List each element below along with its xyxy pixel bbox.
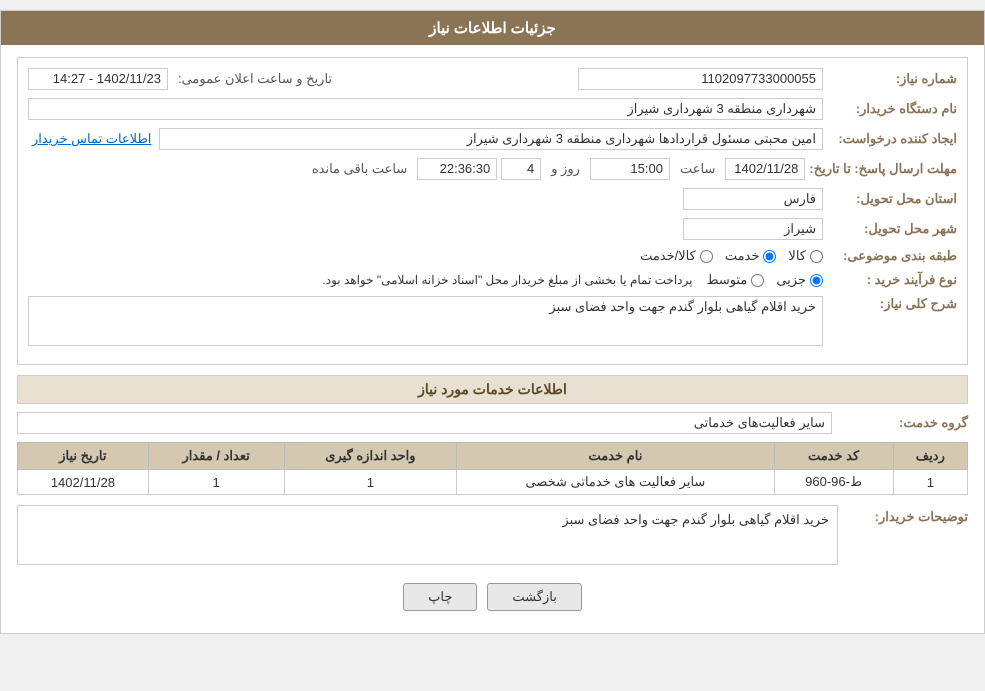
print-button[interactable]: چاپ [403, 583, 477, 611]
col-service-code: کد خدمت [774, 443, 893, 470]
category-option-kala-khedmat[interactable]: کالا/خدمت [640, 248, 713, 264]
service-group-value: سایر فعالیت‌های خدماتی [17, 412, 832, 434]
response-time-label: ساعت [680, 161, 715, 177]
cell-service-code: ط-96-960 [774, 470, 893, 495]
response-time: 15:00 [590, 158, 670, 180]
service-group-row: گروه خدمت: سایر فعالیت‌های خدماتی [17, 412, 968, 434]
buyer-comments-value: خرید اقلام گیاهی بلوار گندم جهت واحد فضا… [17, 505, 838, 565]
cell-service-name: سایر فعالیت های خدماتی شخصی [457, 470, 774, 495]
purchase-notice: پرداخت تمام یا بخشی از مبلغ خریدار محل "… [28, 273, 692, 287]
announcement-date-label: تاریخ و ساعت اعلان عمومی: [178, 71, 332, 87]
response-remaining-label: ساعت باقی مانده [312, 161, 407, 177]
need-number-value: 1102097733000055 [578, 68, 823, 90]
col-date: تاریخ نیاز [18, 443, 149, 470]
buyer-comments-row: توضیحات خریدار: خرید اقلام گیاهی بلوار گ… [17, 505, 968, 565]
services-sub-section: گروه خدمت: سایر فعالیت‌های خدماتی ردیف ک… [17, 412, 968, 495]
main-info-section: شماره نیاز: 1102097733000055 تاریخ و ساع… [17, 57, 968, 365]
creator-label: ایجاد کننده درخواست: [827, 131, 957, 147]
buyer-org-value: شهرداری منطقه 3 شهرداری شیراز [28, 98, 823, 120]
need-description-row: شرح کلی نیاز: خرید اقلام گیاهی بلوار گند… [28, 296, 957, 346]
purchase-type-radio-group: متوسط جزیی [706, 272, 823, 288]
response-days-label: روز و [551, 161, 580, 177]
contact-link[interactable]: اطلاعات تماس خریدار [32, 131, 151, 147]
purchase-type-motavasset[interactable]: متوسط [706, 272, 764, 288]
buyer-comments-label: توضیحات خریدار: [838, 505, 968, 525]
page-header: جزئیات اطلاعات نیاز [1, 11, 984, 45]
response-deadline-row: مهلت ارسال پاسخ: تا تاریخ: 1402/11/28 سا… [28, 158, 957, 180]
button-row: بازگشت چاپ [17, 573, 968, 621]
purchase-type-row: نوع فرآیند خرید : متوسط جزیی پرداخت تمام… [28, 272, 957, 288]
page-wrapper: جزئیات اطلاعات نیاز شماره نیاز: 11020977… [0, 10, 985, 634]
category-option-kala[interactable]: کالا [788, 248, 823, 264]
purchase-type-jozi[interactable]: جزیی [776, 272, 823, 288]
cell-unit: 1 [284, 470, 457, 495]
services-table: ردیف کد خدمت نام خدمت واحد اندازه گیری ت… [17, 442, 968, 495]
cell-quantity: 1 [148, 470, 284, 495]
category-row: طبقه بندی موضوعی: کالا/خدمت خدمت کالا [28, 248, 957, 264]
city-row: شهر محل تحویل: شیراز [28, 218, 957, 240]
category-option-khedmat[interactable]: خدمت [725, 248, 777, 264]
need-description-label: شرح کلی نیاز: [827, 296, 957, 312]
need-number-row: شماره نیاز: 1102097733000055 تاریخ و ساع… [28, 68, 957, 90]
col-unit: واحد اندازه گیری [284, 443, 457, 470]
response-remaining: 22:36:30 [417, 158, 497, 180]
city-label: شهر محل تحویل: [827, 221, 957, 237]
back-button[interactable]: بازگشت [487, 583, 581, 611]
services-table-head: ردیف کد خدمت نام خدمت واحد اندازه گیری ت… [18, 443, 968, 470]
services-section-title: اطلاعات خدمات مورد نیاز [17, 375, 968, 404]
services-table-header-row: ردیف کد خدمت نام خدمت واحد اندازه گیری ت… [18, 443, 968, 470]
province-label: استان محل تحویل: [827, 191, 957, 207]
city-value: شیراز [683, 218, 823, 240]
page-title: جزئیات اطلاعات نیاز [429, 20, 556, 37]
services-table-body: 1 ط-96-960 سایر فعالیت های خدماتی شخصی 1… [18, 470, 968, 495]
need-description-value: خرید اقلام گیاهی بلوار گندم جهت واحد فضا… [28, 296, 823, 346]
response-deadline-label: مهلت ارسال پاسخ: تا تاریخ: [809, 161, 957, 177]
category-radio-group: کالا/خدمت خدمت کالا [640, 248, 823, 264]
service-group-label: گروه خدمت: [838, 415, 968, 431]
response-date: 1402/11/28 [725, 158, 805, 180]
creator-row: ایجاد کننده درخواست: امین محبتی مسئول قر… [28, 128, 957, 150]
announcement-date-value: 1402/11/23 - 14:27 [28, 68, 168, 90]
cell-row-num: 1 [893, 470, 967, 495]
creator-value: امین محبتی مسئول قراردادها شهرداری منطقه… [159, 128, 823, 150]
cell-date: 1402/11/28 [18, 470, 149, 495]
buyer-org-label: نام دستگاه خریدار: [827, 101, 957, 117]
content-area: شماره نیاز: 1102097733000055 تاریخ و ساع… [1, 45, 984, 633]
need-number-label: شماره نیاز: [827, 71, 957, 87]
category-label: طبقه بندی موضوعی: [827, 248, 957, 264]
province-value: فارس [683, 188, 823, 210]
col-quantity: تعداد / مقدار [148, 443, 284, 470]
table-row: 1 ط-96-960 سایر فعالیت های خدماتی شخصی 1… [18, 470, 968, 495]
province-row: استان محل تحویل: فارس [28, 188, 957, 210]
purchase-type-label: نوع فرآیند خرید : [827, 272, 957, 288]
response-days: 4 [501, 158, 541, 180]
col-row-num: ردیف [893, 443, 967, 470]
buyer-org-row: نام دستگاه خریدار: شهرداری منطقه 3 شهردا… [28, 98, 957, 120]
col-service-name: نام خدمت [457, 443, 774, 470]
